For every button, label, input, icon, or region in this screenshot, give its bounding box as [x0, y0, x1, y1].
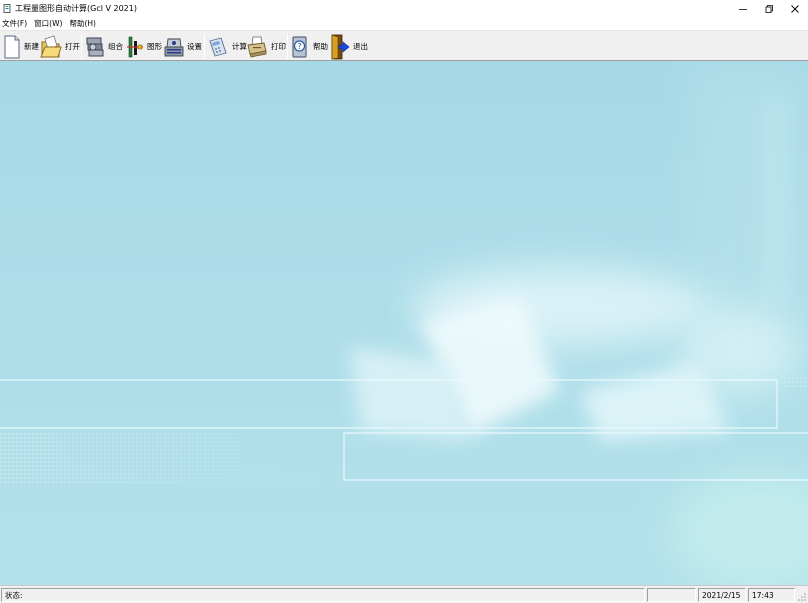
title-bar: 工程量图形自动计算(Gcl V 2021): [0, 0, 808, 17]
exit-label: 退出: [353, 42, 368, 51]
graphic-label: 图形: [147, 42, 162, 51]
svg-text:?: ?: [297, 42, 301, 51]
restore-icon: [765, 4, 773, 13]
status-date-pane: 2021/2/15: [698, 588, 746, 602]
background-artwork: [0, 61, 808, 585]
exit-button[interactable]: 退出: [330, 33, 368, 60]
toolbar-separator: [287, 34, 288, 59]
close-icon: [791, 4, 799, 13]
help-label: 帮助: [313, 42, 328, 51]
status-time: 17:43: [752, 590, 774, 600]
combine-icon: [86, 37, 104, 56]
combine-label: 组合: [108, 42, 123, 51]
window-controls: [730, 0, 808, 17]
help-button[interactable]: ? 帮助: [290, 33, 328, 60]
toolbar-separator: [81, 34, 82, 59]
menu-window[interactable]: 窗口(W): [34, 18, 62, 29]
help-book-icon: ?: [292, 36, 307, 57]
exit-door-icon: [331, 34, 350, 59]
menu-help[interactable]: 帮助(H): [69, 18, 96, 29]
new-file-icon: [4, 35, 20, 58]
restore-button[interactable]: [756, 0, 782, 17]
minimize-icon: [739, 8, 747, 10]
minimize-button[interactable]: [730, 0, 756, 17]
print-button[interactable]: 打印: [246, 33, 286, 60]
window-title: 工程量图形自动计算(Gcl V 2021): [15, 4, 137, 13]
calculate-label: 计算: [232, 42, 247, 51]
printer-icon: [247, 36, 267, 57]
app-document-icon: [3, 4, 11, 13]
settings-label: 设置: [187, 42, 202, 51]
toolbar: 新建 打开 组合 图形 设置 计算 打印 ? 帮助 退出: [0, 30, 808, 61]
status-empty-pane: [647, 588, 696, 602]
status-text: 状态:: [5, 590, 23, 600]
menu-bar: 文件(F) 窗口(W) 帮助(H): [0, 17, 808, 30]
settings-icon: [164, 38, 184, 56]
status-date: 2021/2/15: [702, 590, 741, 600]
graphic-button[interactable]: 图形: [126, 33, 162, 60]
workspace-background: [0, 61, 808, 585]
combine-button[interactable]: 组合: [85, 33, 123, 60]
status-text-pane: 状态:: [1, 588, 645, 602]
toolbar-separator: [204, 34, 205, 59]
application-window: 工程量图形自动计算(Gcl V 2021) 文件(F) 窗口(W) 帮助(H) …: [0, 0, 808, 603]
open-button[interactable]: 打开: [40, 33, 80, 60]
open-label: 打开: [65, 42, 80, 51]
status-time-pane: 17:43: [748, 588, 795, 602]
new-button[interactable]: 新建: [3, 33, 39, 60]
settings-button[interactable]: 设置: [164, 33, 202, 60]
status-bar: 状态: 2021/2/15 17:43: [0, 585, 808, 603]
resize-grip-icon[interactable]: [797, 592, 807, 602]
print-label: 打印: [271, 42, 286, 51]
graphic-icon: [127, 36, 143, 57]
menu-file[interactable]: 文件(F): [2, 18, 27, 29]
calculate-button[interactable]: 计算: [207, 33, 247, 60]
close-button[interactable]: [782, 0, 808, 17]
open-folder-icon: [40, 34, 62, 57]
calculator-icon: [209, 36, 227, 57]
new-label: 新建: [24, 42, 39, 51]
